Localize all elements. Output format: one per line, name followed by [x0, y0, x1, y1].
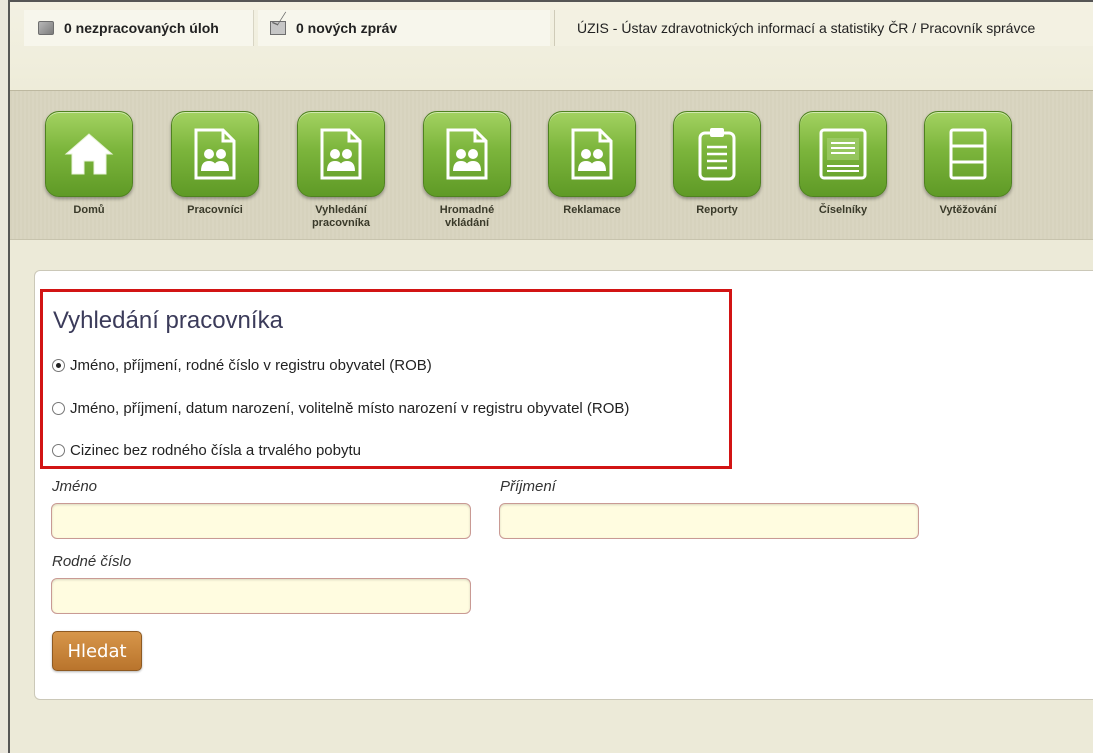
menu-item-workers[interactable]: Pracovníci: [165, 111, 265, 217]
menu-label: Hromadné vkládání: [439, 204, 495, 229]
organization-title: ÚZIS - Ústav zdravotnických informací a …: [577, 20, 1036, 36]
messages-label: 0 nových zpráv: [296, 20, 398, 36]
option-label: Cizinec bez rodného čísla a trvalého pob…: [70, 442, 362, 459]
radio-button[interactable]: [52, 359, 65, 372]
first-name-input[interactable]: [51, 503, 471, 539]
menu-item-codelists[interactable]: Číselníky: [793, 111, 893, 217]
people-document-icon: [320, 128, 362, 180]
home-icon: [64, 133, 114, 175]
menu-label: Reklamace: [563, 204, 621, 216]
menu-label: Číselníky: [818, 204, 868, 216]
status-bar: 0 nezpracovaných úloh 0 nových zpráv ÚZI…: [10, 2, 1093, 90]
mail-icon: [270, 21, 286, 35]
radio-button[interactable]: [52, 402, 65, 415]
clipboard-icon: [698, 128, 736, 181]
people-document-icon: [571, 128, 613, 180]
menu-item-worker-search[interactable]: Vyhledání pracovníka: [291, 111, 391, 230]
last-name-input[interactable]: [499, 503, 919, 539]
menu-label: Reporty: [696, 204, 738, 216]
radio-button[interactable]: [52, 444, 65, 457]
people-document-icon: [194, 128, 236, 180]
menu-label: Vytěžování: [939, 204, 997, 216]
search-mode-option-foreigner[interactable]: Cizinec bez rodného čísla a trvalého pob…: [52, 442, 361, 459]
option-label: Jméno, příjmení, rodné číslo v registru …: [70, 357, 432, 374]
search-button[interactable]: Hledat: [52, 631, 142, 671]
menu-label: Domů: [73, 204, 105, 216]
menu-label: Pracovníci: [187, 204, 243, 216]
birth-number-label: Rodné číslo: [52, 553, 132, 570]
people-document-icon: [446, 128, 488, 180]
page-title: Vyhledání pracovníka: [53, 307, 283, 334]
menu-item-reports[interactable]: Reporty: [667, 111, 767, 217]
last-name-label: Příjmení: [500, 478, 556, 495]
menu-label: Vyhledání pracovníka: [311, 204, 371, 229]
task-icon: [38, 21, 54, 35]
tasks-tab[interactable]: 0 nezpracovaných úloh: [24, 10, 254, 46]
sections-document-icon: [949, 128, 987, 180]
first-name-label: Jméno: [52, 478, 98, 495]
organization-header: ÚZIS - Ústav zdravotnických informací a …: [554, 10, 1093, 46]
number-list-icon: [819, 128, 867, 180]
option-label: Jméno, příjmení, datum narození, volitel…: [70, 400, 630, 417]
messages-tab[interactable]: 0 nových zpráv: [258, 10, 550, 46]
birth-number-input[interactable]: [51, 578, 471, 614]
search-mode-option-rob-birth-date[interactable]: Jméno, příjmení, datum narození, volitel…: [52, 400, 629, 417]
menu-item-extraction[interactable]: Vytěžování: [918, 111, 1018, 217]
menu-item-bulk-insert[interactable]: Hromadné vkládání: [417, 111, 517, 230]
search-mode-option-rob-birth-number[interactable]: Jméno, příjmení, rodné číslo v registru …: [52, 357, 432, 374]
main-menu: Domů Pracovníci Vyhledání pracovníka Hro…: [10, 90, 1093, 240]
tasks-label: 0 nezpracovaných úloh: [64, 20, 219, 36]
menu-item-complaints[interactable]: Reklamace: [542, 111, 642, 217]
menu-item-home[interactable]: Domů: [39, 111, 139, 217]
